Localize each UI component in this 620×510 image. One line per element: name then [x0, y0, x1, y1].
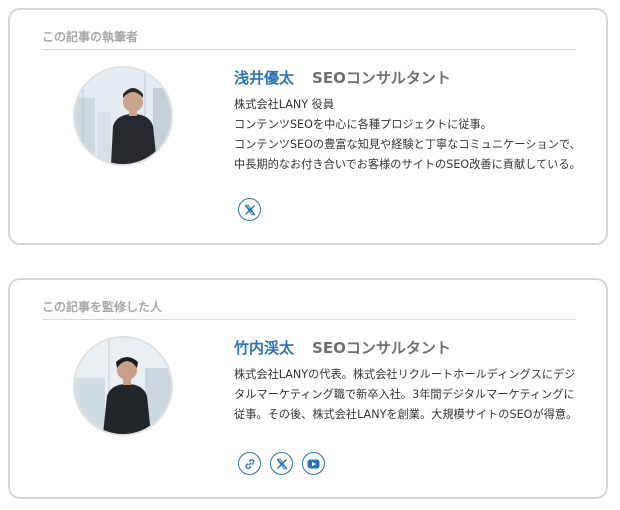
- name-row: 竹内渓太 SEOコンサルタント: [234, 336, 582, 360]
- author-card: この記事の執筆者 浅井優太 SEOコンサルタント 株式会社LANY 役員 コンテン…: [8, 8, 608, 245]
- bio-line: 株式会社LANYの代表。株式会社リクルートホールディングスにデジタルマーケティン…: [234, 368, 578, 421]
- x-icon[interactable]: [238, 198, 261, 221]
- bio-line: コンテンツSEOの豊富な知見や経験と丁寧なコミュニケーションで、中長期的なお付き…: [234, 138, 581, 171]
- card-heading: この記事の執筆者: [42, 28, 576, 50]
- name-row: 浅井優太 SEOコンサルタント: [234, 66, 582, 90]
- supervisor-bio: 株式会社LANYの代表。株式会社リクルートホールディングスにデジタルマーケティン…: [234, 365, 582, 425]
- social-links: [238, 198, 261, 221]
- author-name: 浅井優太: [234, 69, 295, 87]
- author-role: SEOコンサルタント: [312, 69, 451, 87]
- supervisor-name: 竹内渓太: [234, 339, 295, 357]
- supervisor-info: 竹内渓太 SEOコンサルタント 株式会社LANYの代表。株式会社リクルートホールデ…: [234, 336, 582, 425]
- supervisor-card: この記事を監修した人 竹内渓太 SEOコンサルタント 株式会社LANYの代表。株式…: [8, 278, 608, 499]
- youtube-icon[interactable]: [302, 452, 325, 475]
- x-icon[interactable]: [270, 452, 293, 475]
- author-info: 浅井優太 SEOコンサルタント 株式会社LANY 役員 コンテンツSEOを中心に各…: [234, 66, 582, 175]
- avatar: [73, 336, 173, 436]
- link-icon[interactable]: [238, 452, 261, 475]
- bio-line: コンテンツSEOを中心に各種プロジェクトに従事。: [234, 118, 492, 131]
- social-links: [238, 452, 325, 475]
- card-heading: この記事を監修した人: [42, 298, 576, 320]
- supervisor-role: SEOコンサルタント: [312, 339, 451, 357]
- avatar: [73, 66, 173, 166]
- author-bio: 株式会社LANY 役員 コンテンツSEOを中心に各種プロジェクトに従事。 コンテ…: [234, 95, 582, 175]
- bio-line: 株式会社LANY 役員: [234, 98, 335, 111]
